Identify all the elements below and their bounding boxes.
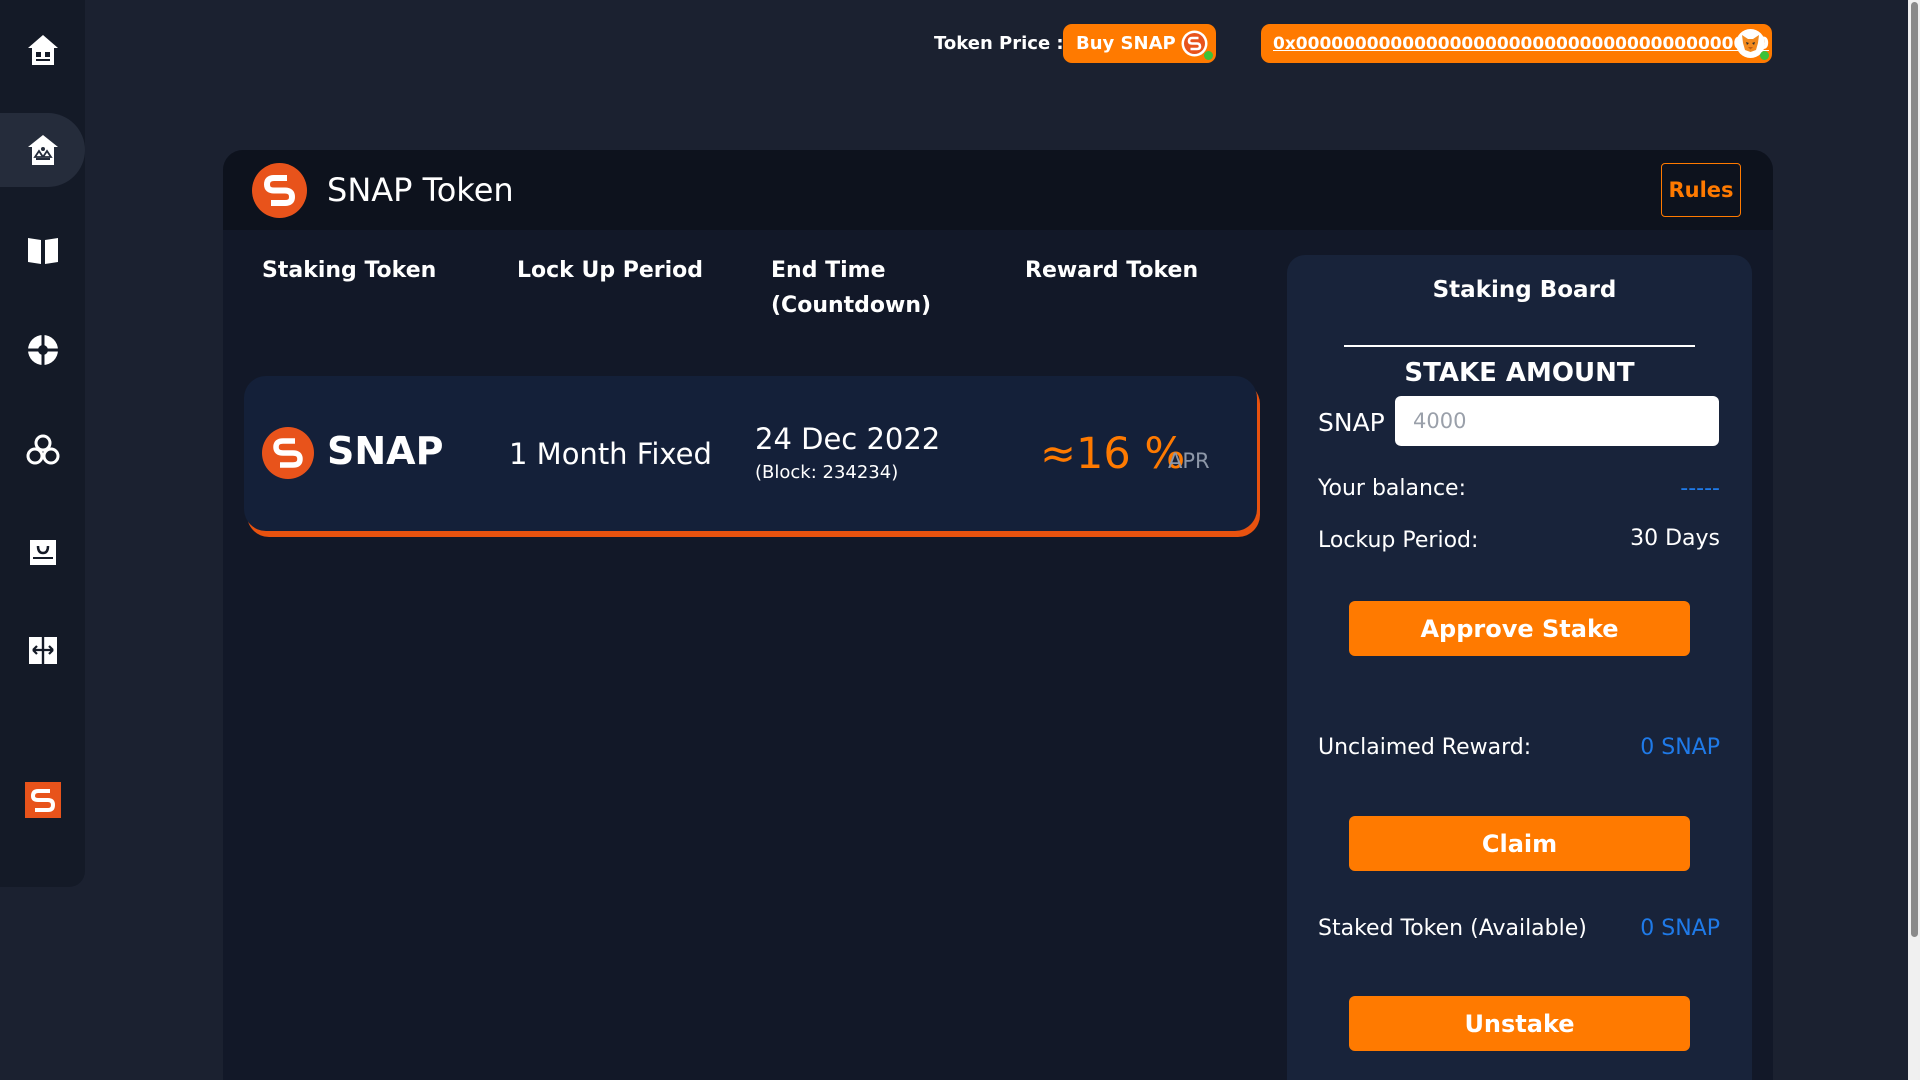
sidebar bbox=[0, 0, 85, 887]
sidebar-item-swap[interactable] bbox=[0, 613, 85, 687]
row-lock-period: 1 Month Fixed bbox=[509, 437, 712, 471]
status-dot bbox=[1204, 51, 1213, 60]
snap-token-logo-icon bbox=[262, 427, 314, 479]
sidebar-item-docs[interactable] bbox=[0, 213, 85, 287]
stake-amount-unit-label: SNAP bbox=[1318, 408, 1385, 437]
shopping-bag-icon bbox=[29, 540, 56, 565]
column-header-end-time: End Time (Countdown) bbox=[771, 253, 931, 323]
staking-board: Staking Board STAKE AMOUNT SNAP Your bal… bbox=[1287, 255, 1752, 1080]
wallet-status-dot bbox=[1760, 51, 1769, 60]
wallet-address-button[interactable]: 0x00000000000000000000000000000000000000… bbox=[1261, 24, 1772, 63]
divider bbox=[1344, 345, 1695, 347]
stake-amount-input[interactable] bbox=[1395, 396, 1719, 446]
page-title: SNAP Token bbox=[327, 171, 514, 209]
scrollbar-thumb[interactable] bbox=[1911, 2, 1918, 937]
claim-button[interactable]: Claim bbox=[1349, 816, 1690, 871]
column-header-staking-token: Staking Token bbox=[262, 258, 437, 283]
buy-snap-button[interactable]: Buy SNAP bbox=[1063, 24, 1216, 63]
sidebar-item-explore[interactable] bbox=[0, 313, 85, 387]
globe-icon bbox=[27, 335, 58, 365]
unstake-button[interactable]: Unstake bbox=[1349, 996, 1690, 1051]
buy-snap-label: Buy SNAP bbox=[1076, 33, 1176, 54]
column-header-end-time-line2: (Countdown) bbox=[771, 293, 932, 318]
lockup-period-value: 30 Days bbox=[1630, 526, 1720, 551]
unclaimed-reward-label: Unclaimed Reward: bbox=[1318, 735, 1532, 760]
card-header: SNAP Token Rules bbox=[223, 150, 1773, 230]
row-end-block: (Block: 234234) bbox=[755, 462, 899, 483]
column-header-reward-token: Reward Token bbox=[1025, 258, 1199, 283]
sidebar-item-home[interactable] bbox=[0, 13, 85, 87]
circles-icon bbox=[26, 434, 59, 465]
sidebar-item-shop[interactable] bbox=[0, 513, 85, 587]
book-icon bbox=[27, 238, 58, 264]
stake-amount-title: STAKE AMOUNT bbox=[1404, 358, 1635, 388]
column-header-lock-up-period: Lock Up Period bbox=[517, 258, 704, 283]
lockup-period-label: Lockup Period: bbox=[1318, 528, 1479, 553]
staking-card: SNAP Token Rules Staking Token Lock Up P… bbox=[223, 150, 1773, 1080]
home-icon bbox=[27, 35, 58, 65]
row-apr-label: APR bbox=[1168, 449, 1210, 473]
snap-token-logo-icon bbox=[252, 163, 307, 218]
approve-stake-button[interactable]: Approve Stake bbox=[1349, 601, 1690, 656]
row-end-date: 24 Dec 2022 bbox=[755, 422, 941, 456]
row-apr-value: ≈16 % bbox=[1040, 429, 1186, 479]
staked-token-label: Staked Token (Available) bbox=[1318, 916, 1587, 941]
sidebar-item-pools[interactable] bbox=[0, 413, 85, 487]
bank-icon bbox=[27, 135, 58, 165]
balance-label: Your balance: bbox=[1318, 476, 1466, 501]
unclaimed-reward-value: 0 SNAP bbox=[1640, 735, 1720, 760]
column-header-end-time-line1: End Time bbox=[771, 258, 886, 283]
swap-icon bbox=[28, 637, 57, 664]
sidebar-item-snap[interactable] bbox=[0, 763, 85, 837]
staking-pool-row[interactable]: SNAP 1 Month Fixed 24 Dec 2022 (Block: 2… bbox=[244, 376, 1257, 531]
sidebar-item-staking[interactable] bbox=[0, 113, 85, 187]
wallet-address: 0x00000000000000000000000000000000000000… bbox=[1273, 33, 1769, 54]
staked-token-value: 0 SNAP bbox=[1640, 916, 1720, 941]
balance-value: ----- bbox=[1680, 476, 1720, 501]
token-price-label: Token Price : bbox=[934, 33, 1064, 54]
snap-logo-icon bbox=[24, 782, 61, 818]
rules-button[interactable]: Rules bbox=[1661, 163, 1741, 217]
staking-board-title: Staking Board bbox=[1432, 277, 1617, 303]
row-token-name: SNAP bbox=[327, 429, 444, 473]
